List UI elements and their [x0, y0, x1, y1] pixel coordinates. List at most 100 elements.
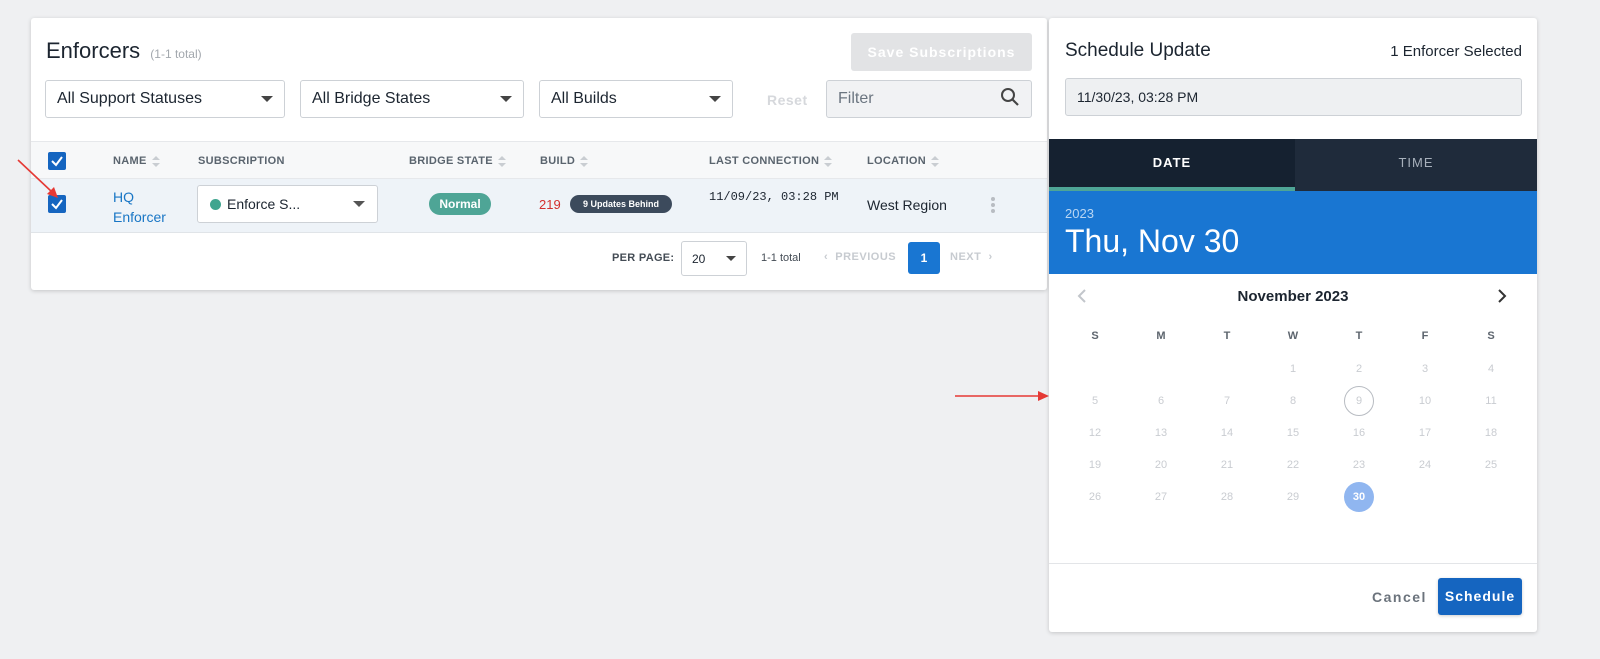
divider [1049, 563, 1537, 564]
calendar-day[interactable]: 21 [1212, 450, 1242, 480]
datetime-field[interactable]: 11/30/23, 03:28 PM [1065, 78, 1522, 116]
column-build[interactable]: BUILD [540, 155, 589, 167]
updates-behind-badge: 9 Updates Behind [570, 195, 672, 213]
chevron-down-icon [261, 96, 273, 102]
enforcers-card: Enforcers (1-1 total) Save Subscriptions… [31, 18, 1047, 290]
column-last-connection[interactable]: LAST CONNECTION [709, 155, 833, 167]
calendar-day[interactable]: 24 [1410, 450, 1440, 480]
next-label: NEXT [950, 251, 982, 263]
calendar-day[interactable]: 23 [1344, 450, 1374, 480]
calendar-day[interactable]: 11 [1476, 386, 1506, 416]
save-subscriptions-button[interactable]: Save Subscriptions [851, 33, 1032, 71]
builds-select[interactable]: All Builds [539, 80, 733, 118]
calendar-day[interactable]: 9 [1344, 386, 1374, 416]
tab-time[interactable]: TIME [1295, 139, 1537, 191]
column-bridge-state[interactable]: BRIDGE STATE [409, 155, 506, 167]
support-status-value: All Support Statuses [57, 90, 202, 107]
calendar-day[interactable]: 4 [1476, 354, 1506, 384]
selected-day[interactable]: 30 [1344, 482, 1374, 512]
weekday-label: T [1223, 330, 1231, 342]
sort-icon [497, 155, 506, 167]
builds-value: All Builds [551, 90, 617, 107]
calendar-day[interactable]: 19 [1080, 450, 1110, 480]
calendar-day[interactable]: 10 [1410, 386, 1440, 416]
weekday-label: T [1355, 330, 1363, 342]
panel-title: Schedule Update [1065, 40, 1211, 61]
calendar-day[interactable]: 26 [1080, 482, 1110, 512]
previous-label: PREVIOUS [835, 251, 897, 263]
status-dot [210, 198, 221, 210]
calendar-day[interactable]: 5 [1080, 386, 1110, 416]
calendar-day[interactable]: 2 [1344, 354, 1374, 384]
subscription-select[interactable]: Enforce S... [197, 185, 378, 223]
weekday-label: W [1287, 330, 1299, 342]
search-icon[interactable] [1000, 87, 1020, 112]
column-name-label: NAME [113, 155, 147, 167]
per-page-label: PER PAGE: [612, 252, 675, 264]
calendar-day[interactable]: 22 [1278, 450, 1308, 480]
column-subscription-label: SUBSCRIPTION [198, 155, 285, 167]
column-last-connection-label: LAST CONNECTION [709, 155, 820, 167]
chevron-right-icon[interactable] [1496, 288, 1508, 309]
chevron-down-icon [709, 96, 721, 102]
calendar-day[interactable]: 28 [1212, 482, 1242, 512]
sort-icon [931, 155, 940, 167]
sort-icon [580, 155, 589, 167]
chevron-down-icon [353, 201, 365, 207]
calendar-day[interactable]: 18 [1476, 418, 1506, 448]
page-1-button[interactable]: 1 [908, 242, 940, 274]
column-location[interactable]: LOCATION [867, 155, 940, 167]
header-date: Thu, Nov 30 [1065, 223, 1240, 259]
calendar-day[interactable]: 12 [1080, 418, 1110, 448]
weekday-label: S [1487, 330, 1495, 342]
calendar-day[interactable]: 27 [1146, 482, 1176, 512]
calendar-day[interactable]: 13 [1146, 418, 1176, 448]
pagination: PER PAGE: 20 1-1 total ‹ PREVIOUS 1 NEXT… [31, 240, 1047, 276]
tab-date[interactable]: DATE [1049, 139, 1295, 191]
per-page-select[interactable]: 20 [681, 241, 747, 276]
calendar-day[interactable]: 3 [1410, 354, 1440, 384]
calendar-day[interactable]: 8 [1278, 386, 1308, 416]
next-page-button[interactable]: NEXT › [950, 251, 993, 263]
column-subscription: SUBSCRIPTION [198, 155, 285, 167]
subscription-value: Enforce S... [227, 196, 301, 212]
table-header: NAME SUBSCRIPTION BRIDGE STATE BUILD LAS… [31, 141, 1047, 179]
schedule-button[interactable]: Schedule [1438, 578, 1522, 615]
bridge-state-badge: Normal [429, 193, 491, 215]
calendar-day[interactable]: 14 [1212, 418, 1242, 448]
calendar-day[interactable]: 17 [1410, 418, 1440, 448]
total-count: (1-1 total) [150, 47, 202, 61]
reset-button[interactable]: Reset [767, 92, 808, 108]
calendar-day[interactable]: 1 [1278, 354, 1308, 384]
filter-placeholder: Filter [838, 90, 874, 107]
annotation-arrow [955, 391, 1049, 401]
column-build-label: BUILD [540, 155, 576, 167]
sort-icon [151, 155, 160, 167]
weekday-label: M [1156, 330, 1166, 342]
calendar-day[interactable]: 16 [1344, 418, 1374, 448]
support-status-select[interactable]: All Support Statuses [45, 80, 285, 118]
sort-icon [824, 155, 833, 167]
more-options-icon[interactable] [989, 197, 997, 215]
header-year[interactable]: 2023 [1065, 206, 1094, 221]
last-connection-value: 11/09/23, 03:28 PM [709, 190, 839, 204]
column-bridge-state-label: BRIDGE STATE [409, 155, 493, 167]
filter-input[interactable]: Filter [826, 80, 1032, 118]
enforcer-name-link[interactable]: HQ Enforcer [113, 187, 173, 227]
previous-page-button[interactable]: ‹ PREVIOUS [824, 251, 896, 263]
calendar-day[interactable]: 7 [1212, 386, 1242, 416]
per-page-value: 20 [692, 251, 706, 266]
chevron-down-icon [500, 96, 512, 102]
calendar-day[interactable]: 20 [1146, 450, 1176, 480]
bridge-state-select[interactable]: All Bridge States [300, 80, 524, 118]
calendar-day[interactable]: 6 [1146, 386, 1176, 416]
page-title: Enforcers (1-1 total) [46, 38, 202, 64]
calendar-day[interactable]: 15 [1278, 418, 1308, 448]
pagination-total: 1-1 total [761, 252, 801, 264]
calendar-day[interactable]: 29 [1278, 482, 1308, 512]
selected-count: 1 Enforcer Selected [1390, 43, 1522, 60]
column-name[interactable]: NAME [113, 155, 160, 167]
chevron-left-icon[interactable] [1076, 288, 1088, 309]
calendar-day[interactable]: 25 [1476, 450, 1506, 480]
cancel-button[interactable]: Cancel [1372, 589, 1427, 605]
